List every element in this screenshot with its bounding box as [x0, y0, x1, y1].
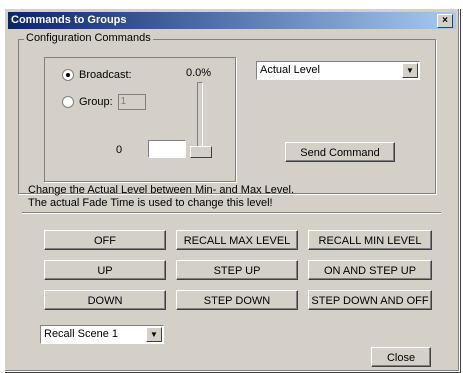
send-command-button[interactable]: Send Command [285, 142, 395, 162]
command-select-value: Actual Level [260, 64, 320, 76]
configuration-commands-label: Configuration Commands [24, 32, 153, 44]
broadcast-radio[interactable] [62, 69, 74, 81]
close-button[interactable]: Close [371, 347, 431, 367]
level-slider-track[interactable] [197, 82, 203, 154]
group-radio[interactable] [62, 96, 74, 108]
dropdown-arrow-icon[interactable]: ▼ [146, 327, 162, 342]
description-text: Change the Actual Level between Min- and… [28, 184, 294, 210]
recall-min-level-button[interactable]: RECALL MIN LEVEL [308, 230, 432, 250]
scene-select-value: Recall Scene 1 [44, 328, 118, 340]
dialog-title: Commands to Groups [11, 14, 127, 26]
dropdown-arrow-icon[interactable]: ▼ [402, 63, 418, 78]
description-line-1: Change the Actual Level between Min- and… [28, 184, 294, 196]
group-radio-row[interactable]: Group: 1 [62, 94, 146, 110]
step-down-button[interactable]: STEP DOWN [176, 290, 298, 310]
broadcast-label: Broadcast: [79, 69, 132, 81]
step-up-button[interactable]: STEP UP [176, 260, 298, 280]
level-min-label: 0 [116, 144, 123, 156]
close-icon[interactable]: × [437, 14, 453, 28]
recall-max-level-button[interactable]: RECALL MAX LEVEL [176, 230, 298, 250]
broadcast-radio-row[interactable]: Broadcast: [62, 69, 132, 81]
up-button[interactable]: UP [44, 260, 166, 280]
off-button[interactable]: OFF [44, 230, 166, 250]
separator [22, 212, 441, 214]
group-label: Group: [79, 96, 113, 108]
level-value-input[interactable] [148, 140, 186, 158]
title-bar[interactable]: Commands to Groups × [8, 12, 456, 29]
on-and-step-up-button[interactable]: ON AND STEP UP [308, 260, 432, 280]
description-line-2: The actual Fade Time is used to change t… [28, 197, 273, 209]
scene-select[interactable]: Recall Scene 1 ▼ [40, 325, 164, 344]
group-number-input[interactable]: 1 [117, 94, 146, 110]
level-slider-thumb[interactable] [190, 146, 212, 158]
command-select[interactable]: Actual Level ▼ [256, 61, 420, 80]
down-button[interactable]: DOWN [44, 290, 166, 310]
level-percent: 0.0% [186, 67, 212, 79]
step-down-and-off-button[interactable]: STEP DOWN AND OFF [308, 290, 432, 310]
